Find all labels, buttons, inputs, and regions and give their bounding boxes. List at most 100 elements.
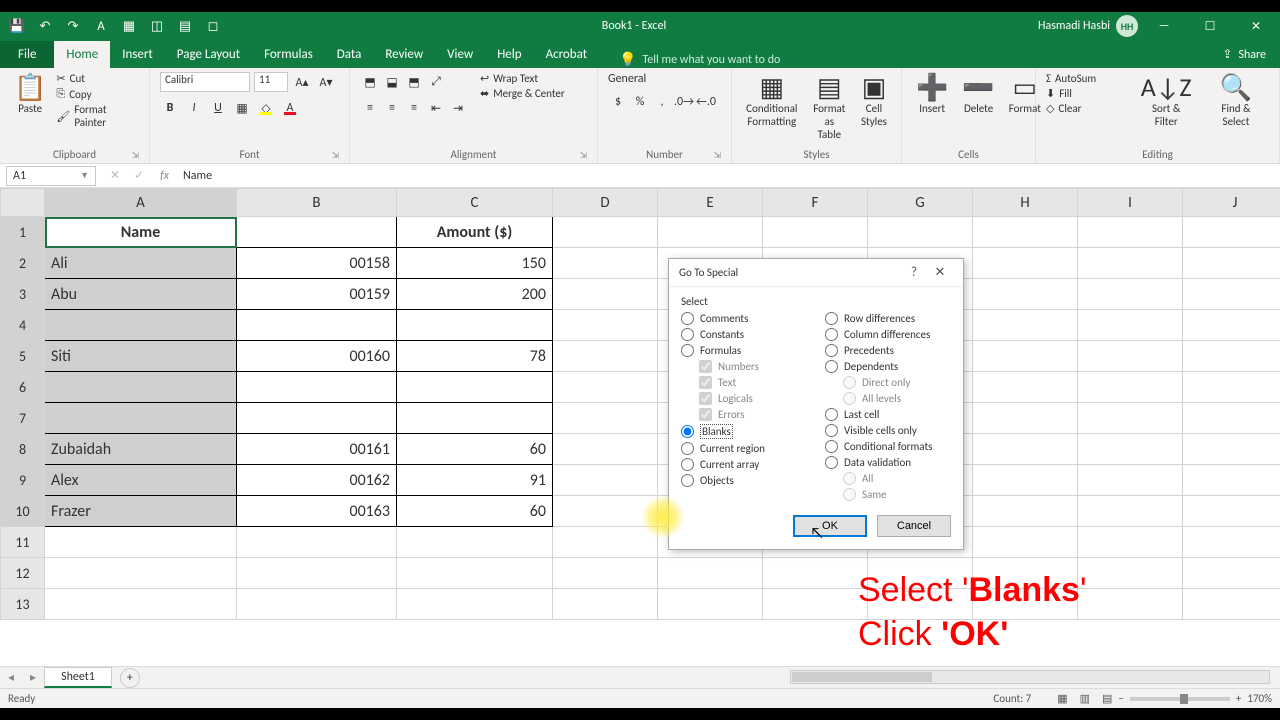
cell[interactable] (1183, 248, 1280, 279)
tell-me[interactable]: 💡 Tell me what you want to do (619, 51, 780, 68)
cell[interactable] (1183, 465, 1280, 496)
cell[interactable] (553, 434, 658, 465)
cell[interactable] (763, 558, 868, 589)
launcher-icon[interactable]: ⇲ (579, 150, 587, 161)
cell[interactable] (973, 310, 1078, 341)
chevron-down-icon[interactable]: ▼ (80, 170, 89, 181)
opt-comments[interactable]: Comments (681, 312, 807, 325)
delete-cells-button[interactable]: ➖Delete (958, 72, 998, 117)
opt-current-region[interactable]: Current region (681, 442, 807, 455)
cell[interactable] (973, 527, 1078, 558)
cell[interactable] (658, 558, 763, 589)
cell[interactable] (1078, 341, 1183, 372)
opt-col-diff[interactable]: Column differences (825, 328, 951, 341)
increase-indent-icon[interactable]: ⇥ (448, 98, 468, 118)
align-center-icon[interactable]: ≡ (382, 98, 402, 118)
cell[interactable] (658, 589, 763, 620)
col-header[interactable]: C (397, 189, 553, 217)
cell[interactable] (237, 527, 397, 558)
opt-visible-cells[interactable]: Visible cells only (825, 424, 951, 437)
horizontal-scrollbar[interactable] (790, 670, 1270, 684)
cell[interactable]: 00159 (237, 279, 397, 310)
cell[interactable]: Zubaidah (45, 434, 237, 465)
cell[interactable] (45, 372, 237, 403)
tab-insert[interactable]: Insert (110, 41, 165, 68)
cell[interactable] (1078, 310, 1183, 341)
opt-formulas[interactable]: Formulas (681, 344, 807, 357)
format-as-table-button[interactable]: ▤Format as Table (808, 72, 851, 143)
cell[interactable]: 60 (397, 496, 553, 527)
font-name-select[interactable]: Calibri (160, 72, 250, 92)
cell[interactable] (1183, 589, 1280, 620)
col-header[interactable]: B (237, 189, 397, 217)
cell[interactable]: Name (45, 217, 237, 248)
increase-decimal-icon[interactable]: .0→ (674, 92, 694, 112)
cell[interactable]: 91 (397, 465, 553, 496)
accounting-icon[interactable]: $ (608, 92, 628, 112)
decrease-font-icon[interactable]: A▾ (316, 72, 336, 92)
tab-view[interactable]: View (435, 41, 485, 68)
row-header[interactable]: 1 (1, 217, 45, 248)
cut-button[interactable]: ✂Cut (56, 72, 139, 85)
zoom-out-icon[interactable]: − (1118, 692, 1123, 705)
cell[interactable]: Ali (45, 248, 237, 279)
cell[interactable]: 150 (397, 248, 553, 279)
cell[interactable] (973, 496, 1078, 527)
cell[interactable] (45, 527, 237, 558)
ok-button[interactable]: OK (793, 515, 867, 537)
view-pagebreak-icon[interactable]: ▤ (1096, 692, 1118, 705)
conditional-formatting-button[interactable]: ▦Conditional Formatting (742, 72, 802, 130)
opt-constants[interactable]: Constants (681, 328, 807, 341)
cell[interactable] (397, 310, 553, 341)
cell[interactable]: Abu (45, 279, 237, 310)
decrease-indent-icon[interactable]: ⇤ (426, 98, 446, 118)
cell[interactable] (1183, 558, 1280, 589)
cell[interactable] (1078, 558, 1183, 589)
help-icon[interactable]: ? (901, 265, 927, 280)
row-header[interactable]: 13 (1, 589, 45, 620)
row-header[interactable]: 4 (1, 310, 45, 341)
copy-button[interactable]: ⎘Copy (56, 87, 139, 101)
cell[interactable] (763, 217, 868, 248)
cell[interactable] (1078, 372, 1183, 403)
fill-color-button[interactable]: ◇ (256, 98, 276, 118)
zoom-in-icon[interactable]: + (1236, 692, 1241, 705)
opt-blanks[interactable]: Blanks (681, 424, 807, 439)
cell-styles-button[interactable]: ▣Cell Styles (857, 72, 891, 130)
cell[interactable] (45, 403, 237, 434)
close-icon[interactable]: ✕ (927, 265, 953, 280)
align-right-icon[interactable]: ≡ (404, 98, 424, 118)
cell[interactable] (1078, 217, 1183, 248)
align-bottom-icon[interactable]: ⬒ (404, 72, 424, 92)
opt-last-cell[interactable]: Last cell (825, 408, 951, 421)
tab-home[interactable]: Home (54, 41, 110, 68)
save-icon[interactable]: 💾 (8, 17, 26, 35)
cell[interactable] (45, 310, 237, 341)
tab-page-layout[interactable]: Page Layout (165, 41, 252, 68)
cell[interactable] (868, 217, 973, 248)
clear-button[interactable]: ◇Clear (1046, 102, 1129, 115)
italic-button[interactable]: I (184, 98, 204, 118)
cell[interactable]: 60 (397, 434, 553, 465)
row-header[interactable]: 9 (1, 465, 45, 496)
cell[interactable] (397, 372, 553, 403)
cell[interactable] (553, 372, 658, 403)
cell[interactable] (553, 465, 658, 496)
cell[interactable]: Frazer (45, 496, 237, 527)
minimize-icon[interactable]: — (1144, 12, 1184, 40)
row-header[interactable]: 8 (1, 434, 45, 465)
cell[interactable] (553, 527, 658, 558)
tab-help[interactable]: Help (485, 41, 533, 68)
cell[interactable] (1078, 248, 1183, 279)
col-header[interactable]: D (553, 189, 658, 217)
cell[interactable] (1183, 310, 1280, 341)
zoom-slider[interactable] (1130, 697, 1230, 701)
cell[interactable] (1078, 403, 1183, 434)
cell[interactable] (973, 341, 1078, 372)
cell[interactable] (553, 310, 658, 341)
cell[interactable] (1078, 279, 1183, 310)
cell[interactable] (1183, 496, 1280, 527)
cell[interactable]: 00161 (237, 434, 397, 465)
maximize-icon[interactable]: ☐ (1190, 12, 1230, 40)
cell[interactable] (553, 589, 658, 620)
